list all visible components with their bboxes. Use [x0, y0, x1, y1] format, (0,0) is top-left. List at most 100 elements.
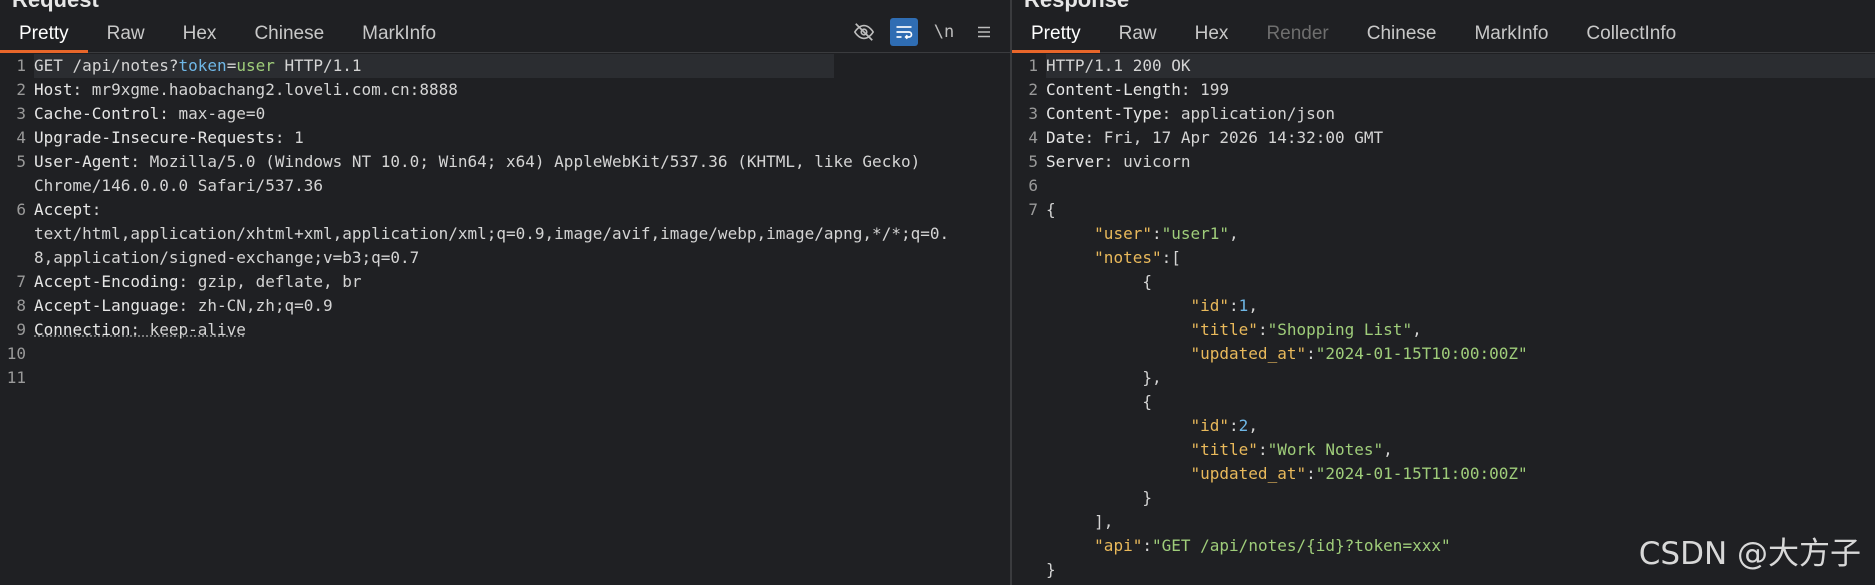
header-name: Date: [1046, 128, 1085, 147]
code-line: 2 Host: mr9xgme.haobachang2.loveli.com.c…: [0, 78, 1010, 102]
header-value: :: [91, 200, 102, 219]
code-line: 7 {: [1012, 198, 1875, 222]
header-name: Server: [1046, 152, 1104, 171]
http-method: GET: [34, 56, 63, 75]
header-value-continuation: text/html,application/xhtml+xml,applicat…: [34, 224, 950, 243]
header-value: : Mozilla/5.0 (Windows NT 10.0; Win64; x…: [130, 152, 921, 171]
json-string: "GET /api/notes/{id}?token=xxx": [1151, 536, 1451, 555]
header-name: Accept-Language: [34, 296, 179, 315]
code-line-wrap: text/html,application/xhtml+xml,applicat…: [0, 222, 1010, 246]
tab-pretty[interactable]: Pretty: [1012, 22, 1100, 53]
json-line: },: [1046, 368, 1162, 387]
tab-markinfo[interactable]: MarkInfo: [1455, 22, 1567, 52]
response-editor[interactable]: 1 HTTP/1.1 200 OK 2 Content-Length: 199 …: [1012, 54, 1875, 585]
query-param-value: user: [236, 56, 275, 75]
header-value-continuation: Chrome/146.0.0.0 Safari/537.36: [34, 176, 323, 195]
json-key: "user": [1094, 224, 1152, 243]
json-line: {: [1046, 272, 1152, 291]
http-protocol: HTTP/1.1: [274, 56, 362, 75]
code-line: 4 Date: Fri, 17 Apr 2026 14:32:00 GMT: [1012, 126, 1875, 150]
json-line: "id":1,: [1190, 296, 1258, 315]
code-line: 3 Content-Type: application/json: [1012, 102, 1875, 126]
line-number: 1: [16, 56, 26, 75]
request-panel: Request Pretty Raw Hex Chinese MarkInfo …: [0, 0, 1010, 585]
code-line: 7 Accept-Encoding: gzip, deflate, br: [0, 270, 1010, 294]
code-line: 2 Content-Length: 199: [1012, 78, 1875, 102]
header-value: : Fri, 17 Apr 2026 14:32:00 GMT: [1084, 128, 1384, 147]
line-number: 2: [1028, 80, 1038, 99]
request-editor[interactable]: 1 GET /api/notes?token=user HTTP/1.1 2 H…: [0, 54, 1010, 585]
watermark: CSDN @大方子: [1638, 536, 1861, 572]
code-line: 5 User-Agent: Mozilla/5.0 (Windows NT 10…: [0, 150, 1010, 174]
header-value: : uvicorn: [1103, 152, 1191, 171]
line-number: 11: [6, 368, 26, 387]
request-path: /api/notes?: [72, 56, 179, 75]
json-line: "title":"Work Notes",: [1190, 440, 1393, 459]
hamburger-menu-icon[interactable]: [970, 18, 998, 46]
json-number: 1: [1238, 296, 1249, 315]
line-number: 10: [6, 344, 26, 363]
line-number: 7: [16, 272, 26, 291]
header-name: Accept: [34, 200, 92, 219]
json-string: "user1": [1161, 224, 1230, 243]
wrap-lines-icon[interactable]: [890, 18, 918, 46]
code-line: 11: [0, 366, 1010, 390]
tab-collectinfo[interactable]: CollectInfo: [1567, 22, 1695, 52]
header-value: : 1: [274, 128, 304, 147]
header-value-continuation: 8,application/signed-exchange;v=b3;q=0.7: [34, 248, 420, 267]
tab-raw[interactable]: Raw: [88, 22, 164, 52]
request-title: Request: [12, 0, 99, 11]
tab-raw[interactable]: Raw: [1100, 22, 1176, 52]
json-number: 2: [1238, 416, 1249, 435]
json-key: "updated_at": [1190, 344, 1307, 363]
header-value: : application/json: [1161, 104, 1335, 123]
json-line: {: [1046, 392, 1152, 411]
query-param-name: token: [178, 56, 227, 75]
line-number: 6: [1028, 176, 1038, 195]
eye-slash-icon[interactable]: [850, 18, 878, 46]
header-value: : keep-alive: [130, 320, 246, 339]
json-key: "api": [1094, 536, 1143, 555]
line-number: 3: [16, 104, 26, 123]
header-value: : max-age=0: [159, 104, 266, 123]
tab-chinese[interactable]: Chinese: [1348, 22, 1456, 52]
code-line: 3 Cache-Control: max-age=0: [0, 102, 1010, 126]
header-name: Content-Type: [1046, 104, 1162, 123]
tab-pretty[interactable]: Pretty: [0, 22, 88, 53]
tab-chinese[interactable]: Chinese: [235, 22, 343, 52]
code-line: 6 Accept:: [0, 198, 1010, 222]
request-toolbar: \n: [850, 18, 998, 46]
tab-markinfo[interactable]: MarkInfo: [343, 22, 455, 52]
response-tabbar: Pretty Raw Hex Render Chinese MarkInfo C…: [1012, 14, 1875, 53]
json-line: "notes":[: [1094, 248, 1181, 267]
json-key: "title": [1190, 320, 1258, 339]
code-line: 1 HTTP/1.1 200 OK: [1012, 54, 1875, 78]
line-number: 5: [16, 152, 26, 171]
json-key: "id": [1190, 296, 1230, 315]
tab-render[interactable]: Render: [1247, 22, 1347, 52]
response-panel: Response Pretty Raw Hex Render Chinese M…: [1012, 0, 1875, 585]
line-number: 4: [16, 128, 26, 147]
json-key: "notes": [1094, 248, 1162, 267]
line-number: 6: [16, 200, 26, 219]
header-value: : 199: [1180, 80, 1230, 99]
header-name: Cache-Control: [34, 104, 160, 123]
json-key: "updated_at": [1190, 464, 1307, 483]
json-line: "updated_at":"2024-01-15T10:00:00Z": [1190, 344, 1528, 363]
json-string: "Work Notes": [1267, 440, 1384, 459]
line-number: 4: [1028, 128, 1038, 147]
code-line: 4 Upgrade-Insecure-Requests: 1: [0, 126, 1010, 150]
code-line: 1 GET /api/notes?token=user HTTP/1.1: [0, 54, 1010, 78]
tab-hex[interactable]: Hex: [164, 22, 236, 52]
header-value: : mr9xgme.haobachang2.loveli.com.cn:8888: [72, 80, 458, 99]
header-name: Content-Length: [1046, 80, 1181, 99]
line-number: 9: [16, 320, 26, 339]
header-name: Connection: [34, 320, 131, 339]
json-line: }: [1046, 488, 1152, 507]
json-line: "updated_at":"2024-01-15T11:00:00Z": [1190, 464, 1528, 483]
newline-toggle-button[interactable]: \n: [930, 18, 958, 46]
json-key: "title": [1190, 440, 1258, 459]
code-line: 10: [0, 342, 1010, 366]
tab-hex[interactable]: Hex: [1176, 22, 1248, 52]
header-value: : zh-CN,zh;q=0.9: [178, 296, 333, 315]
